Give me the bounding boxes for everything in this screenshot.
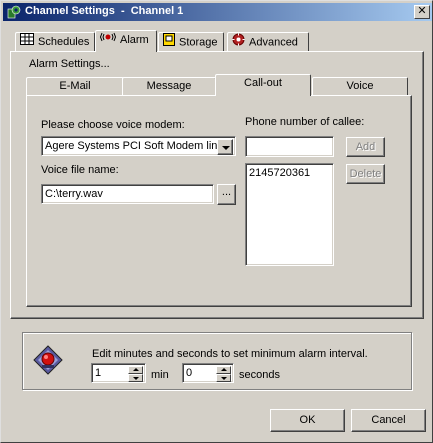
minutes-down-button[interactable] bbox=[128, 374, 143, 382]
storage-icon bbox=[163, 33, 175, 52]
list-item[interactable]: 2145720361 bbox=[249, 167, 310, 179]
tab-storage-label: Storage bbox=[179, 36, 218, 49]
subtab-email-label: E-Mail bbox=[59, 80, 91, 92]
title-bar[interactable]: Channel Settings - Channel 1 ✕ bbox=[3, 3, 432, 21]
modem-dropdown-button[interactable] bbox=[217, 139, 233, 155]
seconds-up-button[interactable] bbox=[216, 366, 231, 374]
tab-schedules-label: Schedules bbox=[38, 35, 90, 48]
tab-schedules[interactable]: Schedules bbox=[15, 32, 95, 52]
delete-phone-button[interactable]: Delete bbox=[346, 164, 385, 184]
seconds-spinbox[interactable]: 0 bbox=[182, 363, 234, 383]
seconds-value: 0 bbox=[186, 367, 193, 379]
arrow-up-icon bbox=[221, 368, 227, 371]
minutes-unit: min bbox=[151, 369, 169, 381]
ok-button[interactable]: OK bbox=[270, 409, 345, 432]
seconds-down-button[interactable] bbox=[216, 374, 231, 382]
subtab-voice-label: Voice bbox=[346, 80, 374, 92]
tab-storage[interactable]: Storage bbox=[158, 32, 224, 52]
cancel-label: Cancel bbox=[371, 414, 406, 426]
subtab-message[interactable]: Message bbox=[122, 77, 216, 97]
voice-file-value: C:\terry.wav bbox=[45, 188, 103, 200]
voice-modem-value: Agere Systems PCI Soft Modem line ( bbox=[45, 140, 221, 152]
phone-number-input[interactable] bbox=[245, 136, 334, 157]
close-window-button[interactable]: ✕ bbox=[414, 5, 430, 19]
browse-button[interactable]: ... bbox=[217, 184, 236, 205]
close-icon: ✕ bbox=[417, 5, 427, 17]
interval-description: Edit minutes and seconds to set minimum … bbox=[92, 348, 368, 360]
subtab-email[interactable]: E-Mail bbox=[26, 77, 124, 97]
add-phone-label: Add bbox=[355, 141, 376, 153]
tab-advanced[interactable]: Advanced bbox=[227, 32, 309, 52]
tab-advanced-label: Advanced bbox=[249, 36, 298, 49]
alarm-siren-icon bbox=[33, 345, 63, 378]
chevron-down-icon bbox=[222, 146, 230, 150]
minutes-spinbox[interactable]: 1 bbox=[91, 363, 146, 383]
arrow-up-icon bbox=[133, 368, 139, 371]
modem-label: Please choose voice modem: bbox=[41, 119, 185, 131]
phone-label: Phone number of callee: bbox=[245, 116, 365, 128]
tab-alarm-label: Alarm bbox=[120, 33, 149, 46]
add-phone-button[interactable]: Add bbox=[346, 137, 385, 157]
subtab-callout[interactable]: Call-out bbox=[215, 74, 311, 96]
delete-phone-label: Delete bbox=[349, 168, 382, 180]
app-icon bbox=[6, 4, 22, 20]
schedule-icon bbox=[20, 33, 34, 51]
voice-modem-select[interactable]: Agere Systems PCI Soft Modem line ( bbox=[41, 136, 236, 156]
seconds-unit: seconds bbox=[239, 369, 280, 381]
subtab-callout-label: Call-out bbox=[244, 77, 282, 89]
advanced-icon bbox=[232, 33, 245, 52]
voice-file-label: Voice file name: bbox=[41, 164, 119, 176]
minutes-up-button[interactable] bbox=[128, 366, 143, 374]
channel-settings-window: Channel Settings - Channel 1 ✕ Schedules… bbox=[0, 0, 433, 443]
minutes-value: 1 bbox=[95, 367, 102, 379]
window-title: Channel Settings - Channel 1 bbox=[25, 5, 184, 17]
arrow-down-icon bbox=[221, 377, 227, 380]
tab-alarm[interactable]: Alarm bbox=[95, 30, 157, 52]
browse-label: ... bbox=[221, 186, 232, 198]
subtab-voice[interactable]: Voice bbox=[312, 77, 408, 97]
ok-label: OK bbox=[299, 414, 316, 426]
subtab-message-label: Message bbox=[146, 80, 192, 92]
alarm-settings-label: Alarm Settings... bbox=[29, 58, 110, 70]
arrow-down-icon bbox=[133, 377, 139, 380]
alarm-icon bbox=[99, 31, 117, 49]
voice-file-input[interactable]: C:\terry.wav bbox=[41, 184, 214, 204]
phone-list[interactable]: 2145720361 bbox=[245, 163, 334, 266]
cancel-button[interactable]: Cancel bbox=[351, 409, 426, 432]
